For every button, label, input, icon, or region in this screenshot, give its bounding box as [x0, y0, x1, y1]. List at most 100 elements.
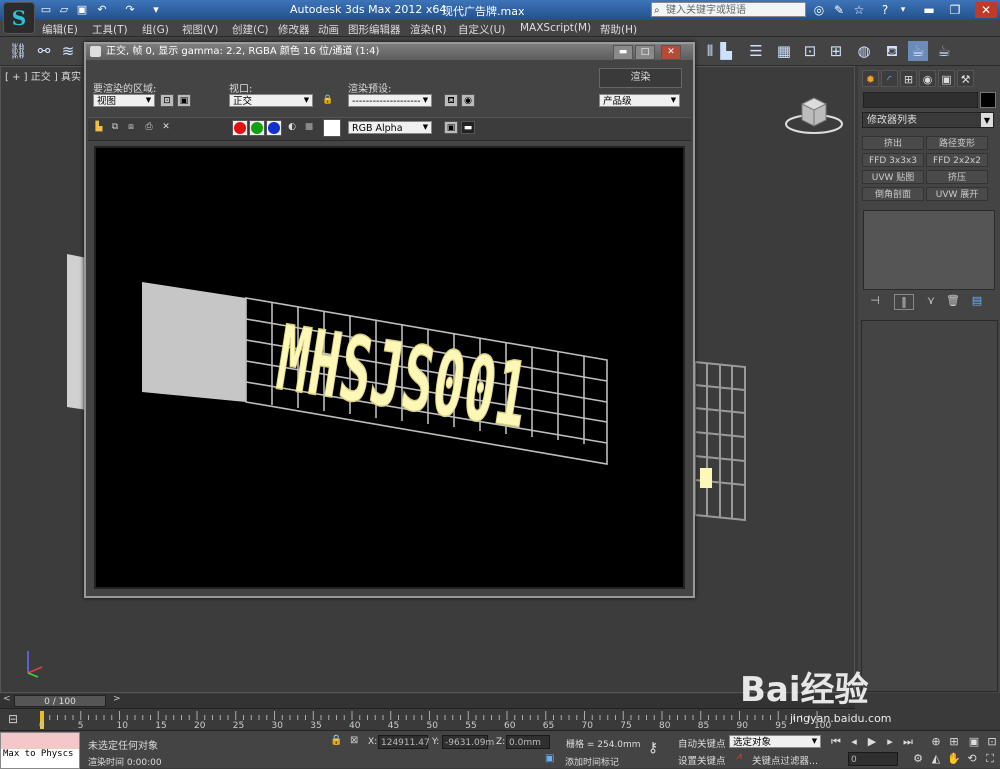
time-slider-knob[interactable]: 0 / 100: [14, 695, 106, 707]
render-window-close-button[interactable]: ✕: [661, 45, 681, 60]
mini-curve-editor-icon[interactable]: ⊟: [8, 712, 18, 726]
quick-access-dropdown-icon[interactable]: ▾: [148, 2, 164, 17]
material-editor-icon[interactable]: ◍: [854, 41, 874, 61]
star-icon[interactable]: ☆: [850, 2, 868, 18]
y-coord-field[interactable]: -9631.09m: [442, 735, 494, 749]
save-image-icon[interactable]: ▙: [92, 121, 106, 134]
menu-graph-editors[interactable]: 图形编辑器: [348, 22, 401, 37]
ribbon-icon[interactable]: ▦: [774, 41, 794, 61]
monochrome-icon[interactable]: ■: [302, 121, 316, 134]
hierarchy-tab-icon[interactable]: ⊞: [900, 70, 917, 87]
menu-create[interactable]: 创建(C): [232, 22, 269, 37]
remove-modifier-icon[interactable]: 🗑: [944, 294, 962, 308]
display-tab-icon[interactable]: ▣: [938, 70, 955, 87]
key-filters-button[interactable]: 关键点过滤器...: [752, 753, 818, 767]
render-setup-icon[interactable]: ⛾: [882, 41, 902, 61]
modifier-uvw-map-button[interactable]: UVW 贴图: [862, 170, 924, 184]
modifier-squeeze-button[interactable]: 挤压: [926, 170, 988, 184]
rendered-frame-icon[interactable]: ☕: [908, 41, 928, 61]
environment-icon[interactable]: ◉: [461, 94, 475, 107]
copy-image-icon[interactable]: ⧉: [108, 121, 122, 134]
clone-window-icon[interactable]: ⧈: [124, 121, 138, 134]
render-production-icon[interactable]: ☕: [934, 41, 954, 61]
viewcube[interactable]: [784, 92, 844, 136]
zoom-extents-all-icon[interactable]: ⊡: [984, 735, 1000, 749]
show-end-result-icon[interactable]: ‖: [894, 294, 914, 310]
help-icon[interactable]: ?: [876, 2, 894, 18]
menu-edit[interactable]: 编辑(E): [42, 22, 78, 37]
play-icon[interactable]: ▶: [864, 735, 880, 749]
save-file-icon[interactable]: ▣: [74, 2, 90, 17]
schematic-view-icon[interactable]: ⊞: [826, 41, 846, 61]
app-logo-button[interactable]: S: [3, 2, 35, 34]
menu-customize[interactable]: 自定义(U): [458, 22, 505, 37]
menu-views[interactable]: 视图(V): [182, 22, 218, 37]
orbit-icon[interactable]: ⟲: [964, 752, 980, 766]
search-input[interactable]: ⌕ 键入关键字或短语: [651, 2, 806, 17]
render-setup-small-icon[interactable]: ⛾: [444, 94, 458, 107]
render-button[interactable]: 渲染: [599, 68, 682, 88]
minimize-icon[interactable]: ▬: [920, 2, 938, 18]
new-file-icon[interactable]: ▭: [38, 2, 54, 17]
open-file-icon[interactable]: ▱: [56, 2, 72, 17]
tools-icon[interactable]: ✎: [830, 2, 848, 18]
zoom-all-icon[interactable]: ⊞: [946, 735, 962, 749]
undo-icon[interactable]: ↶: [94, 2, 110, 17]
modifier-stack[interactable]: [863, 210, 995, 290]
help-dropdown-icon[interactable]: ▾: [894, 2, 912, 18]
zoom-icon[interactable]: ⊕: [928, 735, 944, 749]
set-key-icon[interactable]: ⚷: [648, 740, 658, 756]
motion-tab-icon[interactable]: ◉: [919, 70, 936, 87]
align-icon[interactable]: ▙: [716, 41, 736, 61]
next-key-icon[interactable]: ▸: [882, 735, 898, 749]
render-quality-dropdown[interactable]: 产品级 ▼: [599, 94, 680, 107]
x-coord-field[interactable]: 124911.47: [378, 735, 430, 749]
toggle-ui-icon[interactable]: ▬: [461, 121, 475, 134]
pan-icon[interactable]: ✋: [946, 752, 962, 766]
absolute-mode-icon[interactable]: ⊠: [350, 735, 358, 746]
prev-key-icon[interactable]: ◂: [846, 735, 862, 749]
auto-region-icon[interactable]: ▣: [177, 94, 191, 107]
modifier-bevel-profile-button[interactable]: 倒角剖面: [862, 187, 924, 201]
field-of-view-icon[interactable]: ◭: [928, 752, 944, 766]
zoom-extents-icon[interactable]: ▣: [966, 735, 982, 749]
unlink-icon[interactable]: ⚯: [34, 41, 54, 61]
viewport-label[interactable]: [ + ] 正交 ] 真实: [5, 68, 81, 83]
utilities-tab-icon[interactable]: ⚒: [957, 70, 974, 87]
restore-icon[interactable]: ❐: [946, 2, 964, 18]
make-unique-icon[interactable]: ⋎: [922, 294, 940, 308]
menu-group[interactable]: 组(G): [142, 22, 169, 37]
clear-icon[interactable]: ✕: [159, 121, 173, 134]
render-preset-dropdown[interactable]: -------------------- ▼: [348, 94, 432, 107]
viewport-dropdown[interactable]: 正交 ▼: [229, 94, 313, 107]
object-color-swatch[interactable]: [980, 92, 996, 108]
modifier-ffd2-button[interactable]: FFD 2x2x2: [926, 153, 988, 167]
menu-modifiers[interactable]: 修改器: [278, 22, 310, 37]
menu-rendering[interactable]: 渲染(R): [410, 22, 447, 37]
space-warp-icon[interactable]: ≋: [58, 41, 78, 61]
key-selection-dropdown[interactable]: 选定对象 ▼: [729, 735, 821, 748]
maxscript-listener[interactable]: Max to Physcs (: [0, 732, 80, 769]
curve-editor-icon[interactable]: ⊡: [800, 41, 820, 61]
time-tag-icon[interactable]: ▣: [545, 753, 554, 764]
create-tab-icon[interactable]: ✹: [862, 70, 879, 87]
layer-icon[interactable]: ☰: [746, 41, 766, 61]
close-icon[interactable]: ✕: [975, 2, 997, 18]
menu-maxscript[interactable]: MAXScript(M): [520, 22, 591, 34]
menu-help[interactable]: 帮助(H): [600, 22, 637, 37]
menu-tools[interactable]: 工具(T): [92, 22, 128, 37]
set-key-button[interactable]: 设置关键点: [678, 753, 726, 767]
modifier-list-dropdown[interactable]: 修改器列表 ▼: [862, 112, 994, 128]
next-frame-icon[interactable]: >: [113, 694, 121, 704]
object-name-field[interactable]: [863, 92, 978, 108]
maximize-viewport-icon[interactable]: ⛶: [982, 752, 998, 766]
toggle-ui-overlay-icon[interactable]: ▣: [444, 121, 458, 134]
display-channel-dropdown[interactable]: RGB Alpha ▼: [348, 121, 432, 134]
go-to-end-icon[interactable]: ⏭: [900, 735, 916, 749]
menu-animation[interactable]: 动画: [318, 22, 339, 37]
edit-region-icon[interactable]: ⊡: [160, 94, 174, 107]
z-coord-field[interactable]: 0.0mm: [506, 735, 550, 749]
redo-icon[interactable]: ↷: [122, 2, 138, 17]
area-to-render-dropdown[interactable]: 视图 ▼: [93, 94, 155, 107]
render-window-minimize-button[interactable]: ▬: [613, 45, 633, 60]
